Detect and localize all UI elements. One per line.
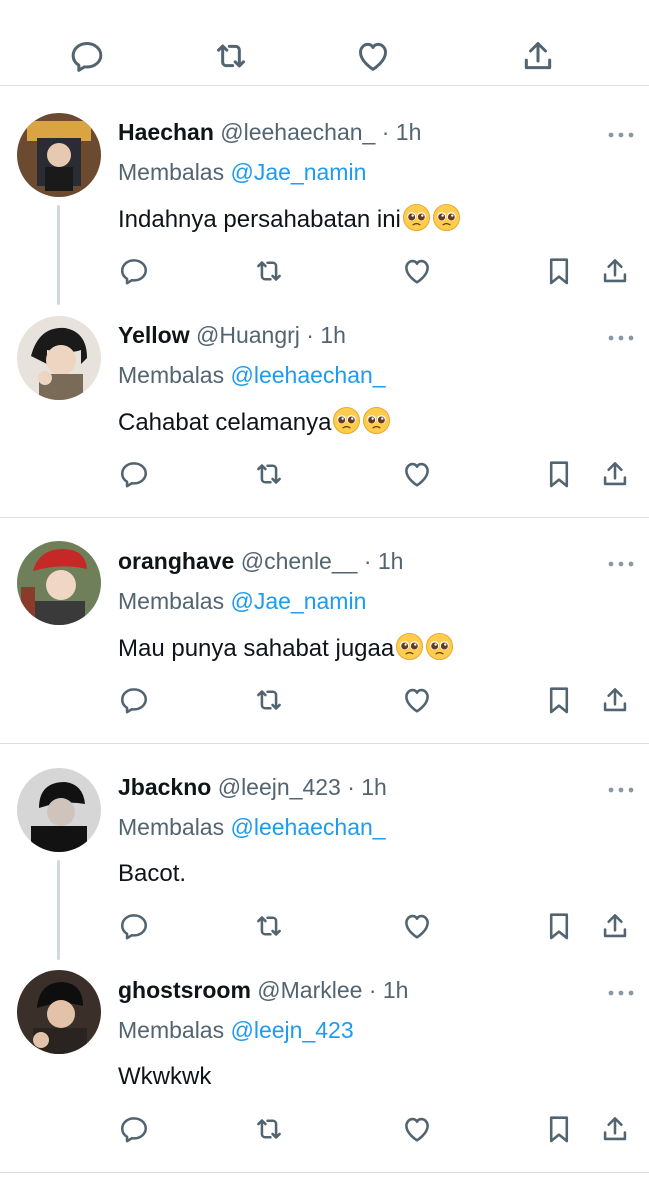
share-icon[interactable] [598, 1112, 632, 1146]
top-action-bar [0, 0, 649, 86]
bookmark-icon[interactable] [542, 909, 576, 943]
author-handle[interactable]: @Marklee [257, 977, 362, 1003]
reply-icon[interactable] [117, 909, 151, 943]
author-name[interactable]: Jbackno [118, 774, 211, 800]
avatar[interactable] [17, 113, 101, 197]
reply-icon[interactable] [117, 1112, 151, 1146]
share-icon[interactable] [518, 36, 558, 76]
tweet-divider [0, 743, 649, 744]
reply-icon[interactable] [117, 683, 151, 717]
author-handle[interactable]: @leehaechan_ [220, 119, 375, 145]
reply-mention[interactable]: @leehaechan_ [231, 814, 386, 840]
retweet-icon[interactable] [252, 457, 286, 491]
author-name[interactable]: Yellow [118, 322, 190, 348]
share-icon[interactable] [598, 254, 632, 288]
like-icon[interactable] [400, 683, 434, 717]
timestamp[interactable]: · 1h [347, 774, 387, 800]
tweet-text: Mau punya sahabat jugaa [118, 635, 395, 662]
bookmark-icon[interactable] [542, 254, 576, 288]
reply-prefix: Membalas [118, 159, 225, 185]
author-handle[interactable]: @Huangrj [196, 322, 300, 348]
like-icon[interactable] [400, 457, 434, 491]
timestamp[interactable]: · 1h [306, 322, 346, 348]
avatar[interactable] [17, 541, 101, 625]
avatar[interactable] [17, 768, 101, 852]
bookmark-icon[interactable] [542, 683, 576, 717]
more-options-icon[interactable] [607, 127, 635, 138]
more-options-icon[interactable] [607, 985, 635, 996]
pleading-face-emoji [362, 406, 391, 435]
retweet-icon[interactable] [252, 909, 286, 943]
reply-prefix: Membalas [118, 588, 225, 614]
like-icon[interactable] [400, 909, 434, 943]
retweet-icon[interactable] [252, 1112, 286, 1146]
tweet-divider [0, 517, 649, 518]
more-options-icon[interactable] [607, 330, 635, 341]
bookmark-icon[interactable] [542, 457, 576, 491]
pleading-face-emoji [425, 632, 454, 661]
reply-mention[interactable]: @Jae_namin [231, 159, 367, 185]
like-icon[interactable] [353, 36, 393, 76]
reply-icon[interactable] [117, 254, 151, 288]
reply-prefix: Membalas [118, 362, 225, 388]
pleading-face-emoji [332, 406, 361, 435]
reply-mention[interactable]: @leehaechan_ [231, 362, 386, 388]
reply-icon[interactable] [67, 36, 107, 76]
reply-prefix: Membalas [118, 814, 225, 840]
tweet-text: Cahabat celamanya [118, 409, 332, 436]
like-icon[interactable] [400, 254, 434, 288]
author-name[interactable]: Haechan [118, 119, 214, 145]
timestamp[interactable]: · 1h [382, 119, 422, 145]
share-icon[interactable] [598, 909, 632, 943]
tweet-actions [0, 457, 649, 493]
author-name[interactable]: ghostsroom [118, 977, 251, 1003]
reply-mention[interactable]: @Jae_namin [231, 588, 367, 614]
author-name[interactable]: oranghave [118, 548, 234, 574]
more-options-icon[interactable] [607, 556, 635, 567]
tweet-text: Indahnya persahabatan ini [118, 206, 401, 233]
tweet-actions [0, 254, 649, 290]
avatar[interactable] [17, 970, 101, 1054]
tweet-text: Bacot. [118, 860, 187, 887]
author-handle[interactable]: @chenle__ [241, 548, 358, 574]
reply-icon[interactable] [117, 457, 151, 491]
share-icon[interactable] [598, 683, 632, 717]
tweet-actions [0, 1112, 649, 1148]
tweet-actions [0, 683, 649, 719]
retweet-icon[interactable] [252, 254, 286, 288]
timestamp[interactable]: · 1h [369, 977, 409, 1003]
tweet-actions [0, 909, 649, 945]
pleading-face-emoji [402, 203, 431, 232]
like-icon[interactable] [400, 1112, 434, 1146]
reply-mention[interactable]: @leejn_423 [231, 1017, 354, 1043]
pleading-face-emoji [395, 632, 424, 661]
pleading-face-emoji [432, 203, 461, 232]
reply-prefix: Membalas [118, 1017, 225, 1043]
bookmark-icon[interactable] [542, 1112, 576, 1146]
share-icon[interactable] [598, 457, 632, 491]
more-options-icon[interactable] [607, 782, 635, 793]
timestamp[interactable]: · 1h [364, 548, 404, 574]
tweet-divider [0, 1172, 649, 1173]
tweet-text: Wkwkwk [118, 1063, 212, 1090]
retweet-icon[interactable] [252, 683, 286, 717]
avatar[interactable] [17, 316, 101, 400]
retweet-icon[interactable] [211, 36, 251, 76]
author-handle[interactable]: @leejn_423 [218, 774, 341, 800]
